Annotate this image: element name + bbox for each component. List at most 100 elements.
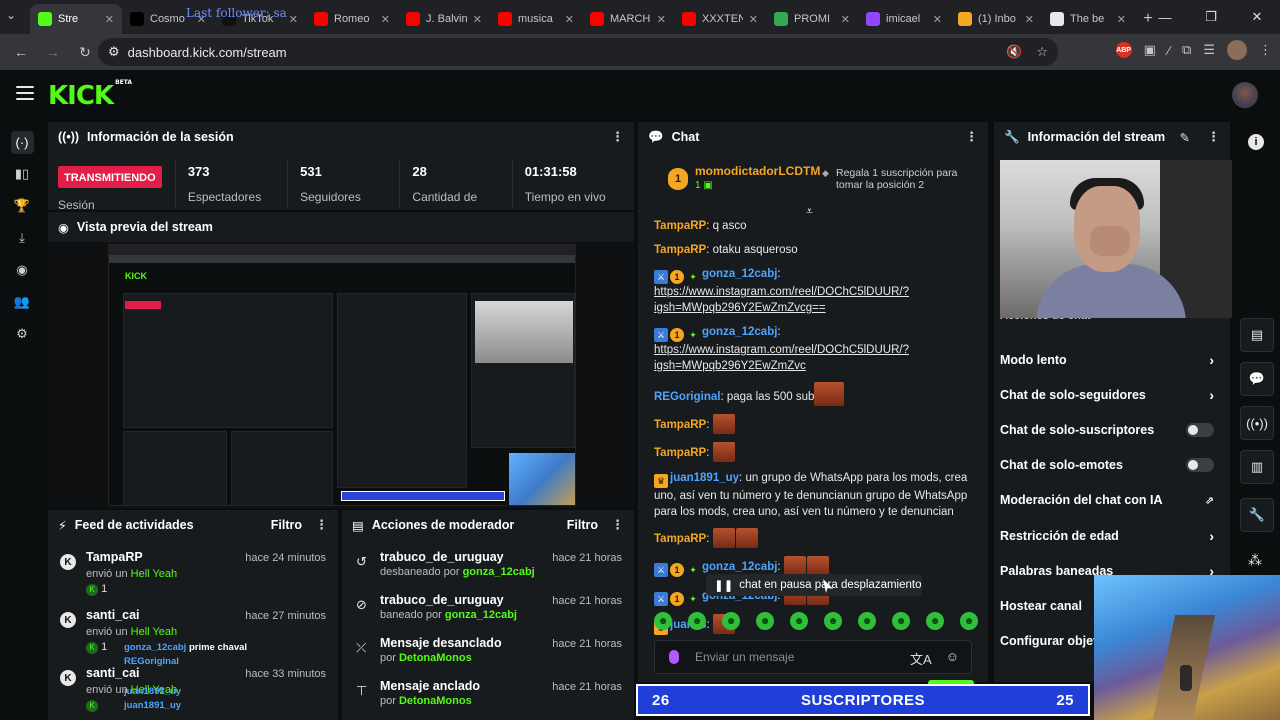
feed-filter-button[interactable]: Filtro: [271, 518, 302, 532]
chat-message[interactable]: ⚔ 1 ✦ gonza_12cabj: https://www.instagram.co…: [654, 324, 974, 374]
chat-username[interactable]: TampaRP: [654, 533, 706, 545]
more-icon[interactable]: ⋮: [965, 129, 978, 145]
nav-moderation-icon[interactable]: ◉: [0, 254, 44, 286]
quick-emote-icon[interactable]: ☻: [654, 612, 672, 630]
chat-message[interactable]: ⚔ 1 ✦ gonza_12cabj: https://www.instagram.co…: [654, 266, 974, 316]
edit-icon[interactable]: ✎: [1180, 130, 1190, 145]
chat-option-row[interactable]: Chat de solo-seguidores ›: [994, 377, 1230, 412]
chat-message[interactable]: TampaRP:: [654, 528, 974, 548]
close-tab-icon[interactable]: ✕: [657, 13, 666, 26]
close-tab-icon[interactable]: ✕: [473, 13, 482, 26]
chat-username[interactable]: TampaRP: [654, 244, 706, 256]
close-tab-icon[interactable]: ✕: [933, 13, 942, 26]
chat-option-row[interactable]: Chat de solo-suscriptores: [994, 412, 1230, 447]
close-window-icon[interactable]: ✕: [1234, 4, 1280, 30]
wrench-tool-icon[interactable]: 🔧: [1240, 498, 1274, 532]
profile-avatar[interactable]: [1227, 40, 1247, 60]
forward-icon[interactable]: →: [40, 39, 66, 65]
more-icon[interactable]: ⋮: [611, 517, 624, 533]
browser-tab[interactable]: PROMI ✕: [766, 4, 858, 34]
translate-icon[interactable]: 文A: [910, 649, 932, 668]
close-tab-icon[interactable]: ✕: [289, 13, 298, 26]
nav-stream-icon[interactable]: (·): [0, 126, 44, 158]
browser-tab[interactable]: MARCH ✕: [582, 4, 674, 34]
menu-icon[interactable]: [16, 86, 34, 100]
media-icon[interactable]: ☰: [1203, 42, 1215, 58]
chat-paused-banner[interactable]: ❚❚ chat en pausa para desplazamiento: [706, 574, 922, 596]
chat-message[interactable]: TampaRP: q asco: [654, 218, 974, 234]
quick-emote-icon[interactable]: ☻: [824, 612, 842, 630]
feed-item[interactable]: K santi_cai hace 33 minutos envió un Hel…: [48, 656, 338, 714]
mod-action-item[interactable]: ↺ trabuco_de_uruguay hace 21 horas desba…: [342, 540, 634, 583]
quick-emote-icon[interactable]: ☻: [858, 612, 876, 630]
mods-filter-button[interactable]: Filtro: [567, 518, 598, 532]
info-icon[interactable]: i: [1248, 134, 1264, 150]
broadcast-tool-icon[interactable]: ((•)): [1240, 406, 1274, 440]
close-tab-icon[interactable]: ✕: [841, 13, 850, 26]
quick-emote-icon[interactable]: ☻: [960, 612, 978, 630]
browser-tab[interactable]: musica ✕: [490, 4, 582, 34]
reload-icon[interactable]: ↻: [72, 39, 98, 65]
chat-link[interactable]: https://www.instagram.com/reel/DOChC5lDU…: [654, 286, 909, 314]
chat-input[interactable]: Enviar un mensaje 文A ☺: [654, 640, 972, 674]
browser-tab[interactable]: Stre ✕: [30, 4, 122, 34]
quick-emote-icon[interactable]: ☻: [790, 612, 808, 630]
apps-icon[interactable]: ⁂: [1248, 552, 1262, 569]
chat-username[interactable]: TampaRP: [654, 220, 706, 232]
maximize-icon[interactable]: ❐: [1188, 4, 1234, 30]
browser-menu-icon[interactable]: ⋮: [1259, 42, 1272, 58]
adblock-icon[interactable]: ABP: [1115, 42, 1132, 58]
mod-action-item[interactable]: ⊘ trabuco_de_uruguay hace 21 horas banea…: [342, 583, 634, 626]
user-avatar[interactable]: [1232, 82, 1258, 108]
extension-icon[interactable]: ⁄: [1168, 43, 1170, 58]
extension-icon[interactable]: ▣: [1144, 42, 1156, 58]
site-info-icon[interactable]: ⚙: [108, 44, 120, 60]
chat-option-row[interactable]: Moderación del chat con IA ⇗: [994, 483, 1230, 518]
browser-tab[interactable]: Romeo ✕: [306, 4, 398, 34]
close-tab-icon[interactable]: ✕: [749, 13, 758, 26]
nav-analytics-icon[interactable]: ▮▯: [0, 158, 44, 190]
chat-username[interactable]: REGoriginal: [654, 391, 720, 403]
close-tab-icon[interactable]: ✕: [1117, 13, 1126, 26]
bookmark-star-icon[interactable]: ☆: [1036, 44, 1048, 60]
quick-emote-icon[interactable]: ☻: [688, 612, 706, 630]
nav-community-icon[interactable]: 👥: [0, 286, 44, 318]
mod-action-item[interactable]: ⊤ Mensaje anclado hace 21 horas por Deto…: [342, 669, 634, 712]
more-icon[interactable]: ⋮: [315, 517, 328, 533]
address-bar[interactable]: ⚙ dashboard.kick.com/stream 🔇 ☆: [98, 38, 1058, 66]
chat-username[interactable]: gonza_12cabj: [702, 561, 777, 573]
chat-username[interactable]: TampaRP: [654, 447, 706, 459]
chat-option-row[interactable]: Chat de solo-emotes: [994, 448, 1230, 483]
chat-message[interactable]: REGoriginal: paga las 500 sub: [654, 382, 974, 406]
quick-emote-icon[interactable]: ☻: [756, 612, 774, 630]
stream-preview-video[interactable]: KICK: [108, 244, 576, 506]
chat-username[interactable]: gonza_12cabj: [702, 268, 777, 280]
quick-emote-icon[interactable]: ☻: [722, 612, 740, 630]
chat-option-row[interactable]: Restricción de edad ›: [994, 518, 1230, 553]
chat-message[interactable]: TampaRP:: [654, 442, 974, 462]
nav-upload-icon[interactable]: ⤓: [0, 222, 44, 254]
option-toggle[interactable]: [1186, 458, 1214, 473]
chat-popout-icon[interactable]: 💬: [1240, 362, 1274, 396]
close-tab-icon[interactable]: ✕: [105, 13, 114, 26]
media-tool-icon[interactable]: ▥: [1240, 450, 1274, 484]
expand-chevron-icon[interactable]: ⩡: [806, 204, 813, 219]
option-toggle[interactable]: [1186, 422, 1214, 437]
sub-leaderboard[interactable]: 1 momodictadorLCDTM 1 ▣ Regala 1 suscrip…: [638, 158, 988, 210]
close-tab-icon[interactable]: ✕: [1025, 13, 1034, 26]
mod-action-item[interactable]: ⤫ Mensaje desanclado hace 21 horas por D…: [342, 626, 634, 669]
chat-username[interactable]: TampaRP: [654, 419, 706, 431]
chat-message[interactable]: ♛ juan1891_uy: un grupo de WhatsApp para …: [654, 470, 974, 520]
nav-settings-icon[interactable]: ⚙: [0, 318, 44, 350]
kick-logo[interactable]: KICK BETA: [48, 79, 132, 111]
feed-item[interactable]: K TampaRP hace 24 minutos envió un Hell …: [48, 540, 338, 598]
more-icon[interactable]: ⋮: [611, 129, 624, 145]
browser-tab[interactable]: The be ✕: [1042, 4, 1134, 34]
emoji-icon[interactable]: ☺: [946, 649, 959, 668]
quick-emote-icon[interactable]: ☻: [892, 612, 910, 630]
minimize-icon[interactable]: —: [1142, 4, 1188, 30]
mute-tab-icon[interactable]: 🔇: [1006, 44, 1022, 60]
close-tab-icon[interactable]: ✕: [381, 13, 390, 26]
browser-tab[interactable]: (1) Inbo ✕: [950, 4, 1042, 34]
chat-username[interactable]: juan1891_uy: [670, 472, 739, 484]
